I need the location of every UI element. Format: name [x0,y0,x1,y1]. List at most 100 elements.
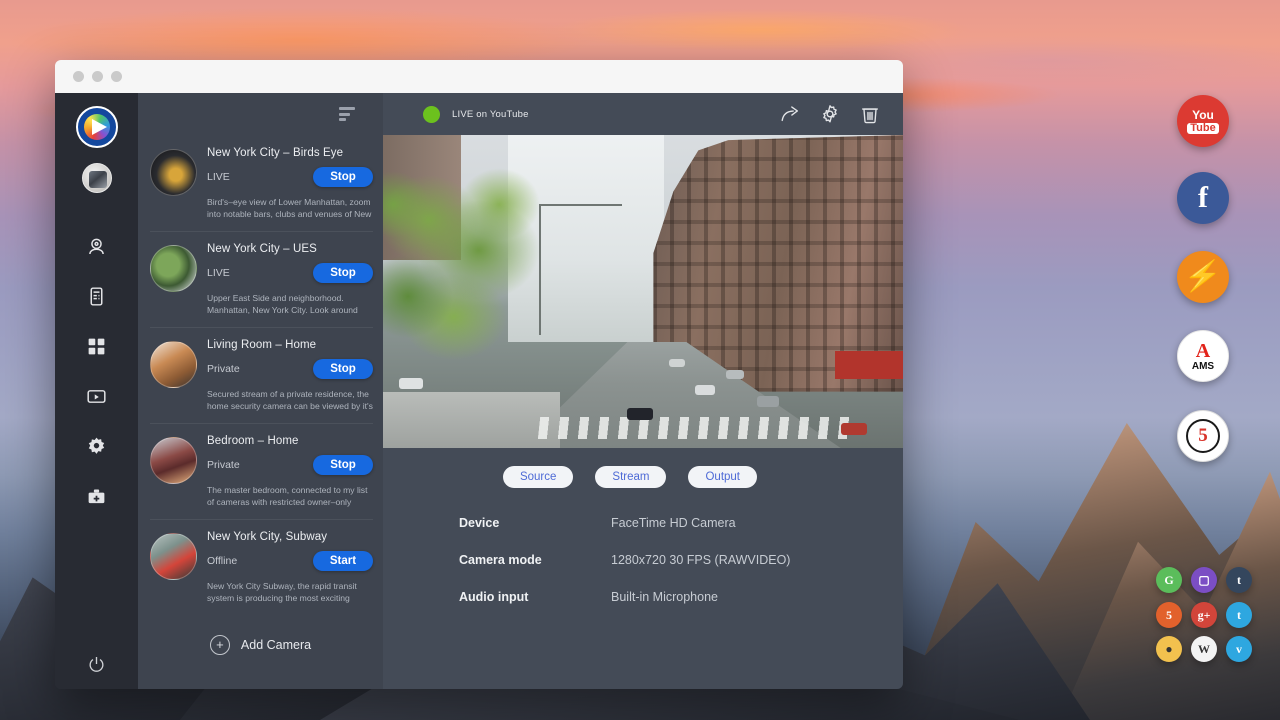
camera-status: Private [207,363,313,375]
app-logo-icon [76,106,118,148]
stage-info: DeviceFaceTime HD Camera Camera mode1280x… [383,488,903,627]
gear-icon [819,103,841,125]
trash-icon [859,103,881,125]
user-avatar [82,163,112,193]
desktop-small-launcher-wordpress[interactable]: W [1191,636,1217,662]
camera-thumbnail [150,533,197,580]
camera-status: LIVE [207,267,313,279]
info-key: Camera mode [459,553,611,567]
wirecast-glyph: ⚡ [1182,262,1224,292]
add-camera-label: Add Camera [241,638,311,652]
camera-status: Private [207,459,313,471]
desktop-launcher-facebook[interactable]: f [1177,172,1229,224]
info-value[interactable]: Built-in Microphone [611,590,718,604]
tv-icon [86,386,107,407]
camera-list-item[interactable]: Living Room – HomePrivateStopSecured str… [138,327,383,423]
live-status-dot [423,106,440,123]
video-preview[interactable] [383,135,903,448]
stage-tab-source[interactable]: Source [503,466,573,488]
camera-action-button[interactable]: Stop [313,167,373,187]
youtube-line1: You [1192,109,1214,121]
desktop-small-launcher-flickr[interactable]: ● [1156,636,1182,662]
camera-list-item[interactable]: New York City – Birds Eye LIVEStop Bird's–… [138,135,383,231]
settings-button[interactable] [819,103,841,125]
desktop-small-launcher-tumblr[interactable]: t [1226,567,1252,593]
desktop-small-launcher-vimeo[interactable]: v [1226,636,1252,662]
info-row: Camera mode1280x720 30 FPS (RAWVIDEO) [459,553,903,567]
info-value[interactable]: FaceTime HD Camera [611,516,736,530]
camera-list: New York City – Birds EyeLIVEStopBird's–… [138,135,383,615]
adobe-glyph: A [1196,341,1210,361]
app-window: New York City – Birds EyeLIVEStopBird's–… [55,60,903,689]
info-value[interactable]: 1280x720 30 FPS (RAWVIDEO) [611,553,790,567]
camera-description: Bird's–eye view of Lower Manhattan, zoom… [207,196,373,221]
sidebar-item-dashboard[interactable] [55,321,138,371]
gear-icon [86,436,107,457]
desktop-launcher-target-five[interactable]: 5 [1177,410,1229,462]
desktop-small-launcher-groups[interactable]: G [1156,567,1182,593]
info-key: Audio input [459,590,611,604]
window-titlebar [55,60,903,93]
desktop-launcher-wirecast[interactable]: ⚡ [1177,251,1229,303]
info-row: Audio inputBuilt-in Microphone [459,590,903,604]
add-device-icon [86,486,107,507]
live-status-label: LIVE on YouTube [452,109,529,120]
share-button[interactable] [779,103,801,125]
desktop-launcher-adobe-ams[interactable]: AAMS [1177,330,1229,382]
sidebar-item-cameras[interactable] [55,221,138,271]
info-row: DeviceFaceTime HD Camera [459,516,903,530]
sidebar-item-devices[interactable] [55,271,138,321]
desktop-small-launcher-ustream[interactable]: 5 [1156,602,1182,628]
camera-title: New York City, Subway [207,527,373,543]
camera-list-toolbar [138,93,383,135]
sidebar-item-app-logo[interactable] [76,106,118,148]
stage-tab-output[interactable]: Output [688,466,757,488]
camera-thumbnail [150,437,197,484]
camera-list-item[interactable]: New York City – UESLIVEStopUpper East Si… [138,231,383,327]
sidebar-item-settings[interactable] [55,421,138,471]
camera-title: New York City – UES [207,239,373,255]
camera-description: Secured stream of a private residence, t… [207,388,373,413]
stage-tool-buttons [779,103,881,125]
delete-button[interactable] [859,103,881,125]
stage-toolbar: LIVE on YouTube [383,93,903,135]
ams-label: AMS [1192,362,1214,372]
info-key: Device [459,516,611,530]
minimize-button[interactable] [92,71,103,82]
facebook-glyph: f [1198,183,1208,213]
sidebar-item-account[interactable] [82,148,112,193]
desktop-small-launcher-google-plus[interactable]: g+ [1191,602,1217,628]
close-button[interactable] [73,71,84,82]
grid-icon [86,336,107,357]
sidebar-item-power[interactable] [55,639,138,689]
camera-status: LIVE [207,171,313,183]
camera-list-panel: New York City – Birds EyeLIVEStopBird's–… [138,93,383,689]
desktop-launcher-youtube[interactable]: YouTube [1177,95,1229,147]
camera-list-item[interactable]: New York City, SubwayOfflineStartNew Yor… [138,519,383,615]
sidebar-rail [55,93,138,689]
stage-tab-stream[interactable]: Stream [595,466,666,488]
camera-action-button[interactable]: Stop [313,263,373,283]
camera-thumbnail [150,149,197,196]
desktop-small-launcher-twitter[interactable]: t [1226,602,1252,628]
camera-title: Bedroom – Home [207,431,373,447]
desktop-small-launcher-twitch[interactable]: ▢ [1191,567,1217,593]
camera-action-button[interactable]: Start [313,551,373,571]
camera-action-button[interactable]: Stop [313,455,373,475]
camera-status: Offline [207,555,313,567]
power-icon [87,655,106,674]
camera-icon [86,236,107,257]
sidebar-item-add-device[interactable] [55,471,138,521]
app-body: New York City – Birds EyeLIVEStopBird's–… [55,93,903,689]
add-camera-button[interactable]: + Add Camera [138,635,383,655]
plus-icon: + [210,635,230,655]
stage-panel: LIVE on YouTube [383,93,903,689]
camera-title: New York City – Birds Eye [207,143,373,159]
camera-list-item[interactable]: Bedroom – HomePrivateStopThe master bedr… [138,423,383,519]
target-five-glyph: 5 [1186,419,1220,453]
sort-icon[interactable] [339,107,355,121]
maximize-button[interactable] [111,71,122,82]
sidebar-item-channels[interactable] [55,371,138,421]
stage-tabs: Source Stream Output [383,466,903,488]
camera-action-button[interactable]: Stop [313,359,373,379]
